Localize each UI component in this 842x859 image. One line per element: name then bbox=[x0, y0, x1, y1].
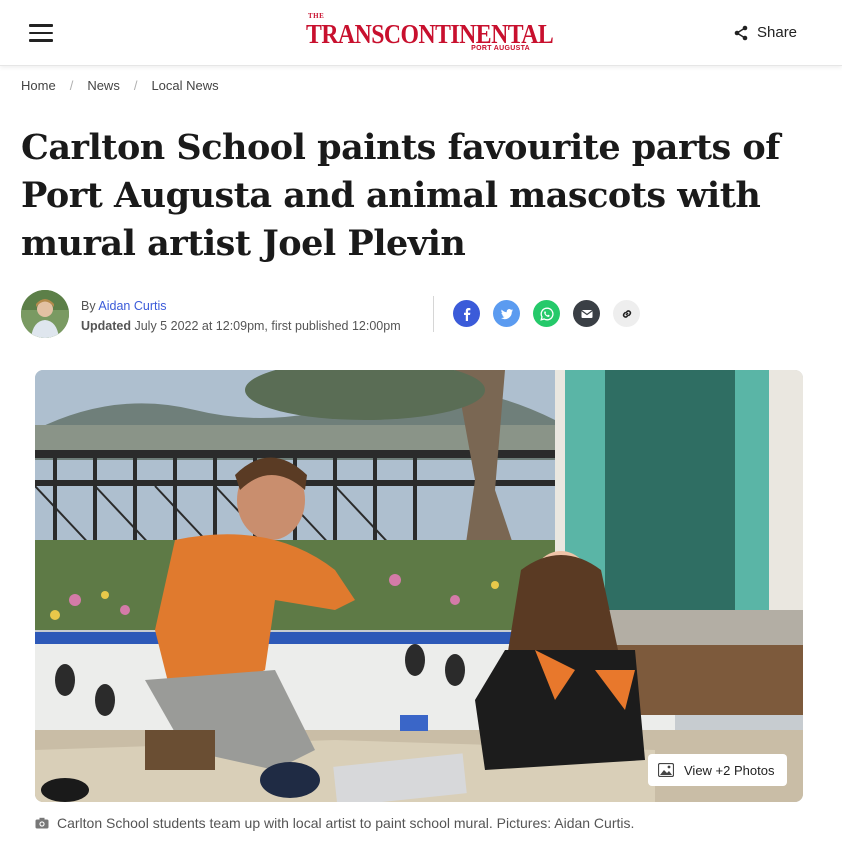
byline-divider bbox=[433, 296, 434, 332]
whatsapp-share-button[interactable] bbox=[533, 300, 560, 327]
author-link[interactable]: Aidan Curtis bbox=[98, 299, 166, 313]
twitter-icon bbox=[500, 308, 513, 319]
mural-photo-illustration bbox=[35, 370, 803, 802]
site-header: THE TRANSCONTINENTAL PORT AUGUSTA Share bbox=[0, 0, 842, 66]
article-title: Carlton School paints favourite parts of… bbox=[21, 127, 780, 264]
share-label: Share bbox=[757, 24, 798, 41]
twitter-share-button[interactable] bbox=[493, 300, 520, 327]
updated-date: July 5 2022 at 12:09pm, first published … bbox=[134, 319, 401, 333]
view-photos-label: View +2 Photos bbox=[684, 762, 775, 778]
copy-link-button[interactable] bbox=[613, 300, 640, 327]
gallery-icon bbox=[658, 763, 674, 777]
facebook-icon bbox=[463, 307, 470, 321]
camera-icon bbox=[35, 817, 49, 829]
view-photos-button[interactable]: View +2 Photos bbox=[648, 754, 787, 786]
byline-prefix: By bbox=[81, 299, 96, 313]
menu-icon[interactable] bbox=[29, 24, 53, 42]
social-share-bar bbox=[453, 300, 640, 327]
breadcrumb-separator: / bbox=[69, 78, 74, 93]
hero-photo[interactable]: View +2 Photos bbox=[35, 370, 803, 802]
caption-text: Carlton School students team up with loc… bbox=[57, 815, 635, 831]
link-icon bbox=[622, 309, 631, 318]
updated-label: Updated bbox=[81, 319, 131, 333]
share-icon bbox=[734, 25, 748, 40]
site-logo[interactable]: THE TRANSCONTINENTAL PORT AUGUSTA bbox=[306, 10, 554, 54]
photo-caption: Carlton School students team up with loc… bbox=[35, 815, 634, 831]
logo-subtitle: PORT AUGUSTA bbox=[471, 45, 530, 52]
email-share-button[interactable] bbox=[573, 300, 600, 327]
author-avatar[interactable] bbox=[21, 290, 69, 338]
byline: By Aidan Curtis Updated July 5 2022 at 1… bbox=[81, 296, 401, 336]
breadcrumb-home[interactable]: Home bbox=[21, 78, 56, 93]
breadcrumb-separator: / bbox=[133, 78, 138, 93]
whatsapp-icon bbox=[539, 307, 554, 321]
facebook-share-button[interactable] bbox=[453, 300, 480, 327]
breadcrumb: Home / News / Local News bbox=[21, 78, 219, 93]
email-icon bbox=[580, 309, 593, 318]
breadcrumb-news[interactable]: News bbox=[87, 78, 120, 93]
share-button[interactable]: Share bbox=[733, 24, 797, 41]
breadcrumb-local-news[interactable]: Local News bbox=[151, 78, 218, 93]
